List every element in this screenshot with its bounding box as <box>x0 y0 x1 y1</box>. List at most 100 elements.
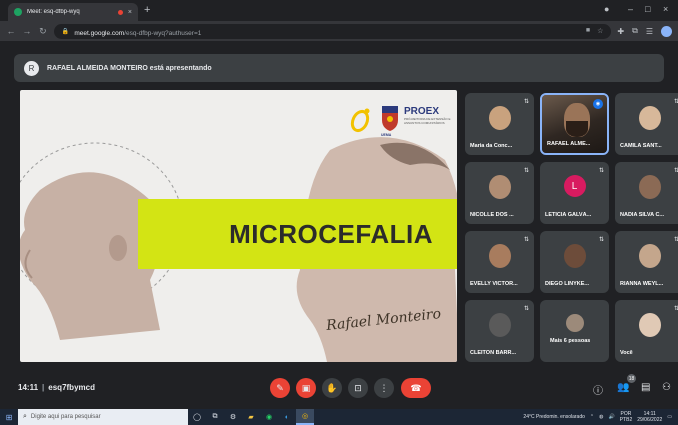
tray-overflow-icon[interactable]: ⌃ <box>590 414 594 420</box>
windows-start-icon[interactable]: ⊞ <box>0 413 18 422</box>
participant-name: EVELLY VICTÓR... <box>470 281 518 287</box>
clock-date: 29/06/2022 <box>637 417 663 423</box>
meeting-info-divider: | <box>42 383 45 392</box>
participant-tile[interactable]: ⇅ NADIA SILVA C... <box>615 162 678 224</box>
mic-muted-icon: ⇅ <box>523 306 529 312</box>
new-tab-button[interactable]: + <box>144 4 150 16</box>
profile-avatar-icon[interactable] <box>661 25 672 37</box>
mic-muted-icon: ⇅ <box>598 237 604 243</box>
mic-muted-icon: ⇅ <box>523 237 529 243</box>
presenter-avatar: R <box>24 60 39 76</box>
search-icon: ⌕ <box>23 413 27 420</box>
notifications-icon[interactable]: ▭ <box>667 414 672 420</box>
participant-name: NADIA SILVA C... <box>620 212 664 218</box>
network-icon[interactable]: ◍ <box>599 414 603 420</box>
meeting-code: esq7fbymcd <box>48 383 95 392</box>
mic-muted-icon: ⇅ <box>523 168 529 174</box>
weather-widget[interactable]: 24°C Predomin. ensolarado <box>523 414 584 420</box>
camera-toggle-button[interactable]: ▣ <box>296 378 316 398</box>
participant-photo <box>488 175 511 199</box>
leave-call-button[interactable]: ☎ <box>401 378 431 398</box>
widgets-icon[interactable]: ⧉ <box>206 409 224 425</box>
participant-tile[interactable]: ⇅ EVELLY VICTÓR... <box>465 231 534 293</box>
windows-taskbar: ⊞ ⌕ Digite aqui para pesquisar ◯ ⧉ ⚙ ▰ ◉… <box>0 409 678 425</box>
extension-icon[interactable]: ✚ <box>617 27 624 36</box>
mic-muted-icon: ⇅ <box>523 99 529 105</box>
task-view-icon[interactable]: ◯ <box>188 409 206 425</box>
participant-tile[interactable]: ⇅ CAMILA SANT... <box>615 93 678 155</box>
participant-photo <box>488 313 511 337</box>
file-explorer-icon[interactable]: ▰ <box>242 409 260 425</box>
meeting-details-icon[interactable]: ⓘ <box>593 382 603 397</box>
participant-tile-active-speaker[interactable]: ◉ RAFAEL ALME... <box>540 93 609 155</box>
mic-toggle-button[interactable]: ✎ <box>270 378 290 398</box>
shared-presentation: MICROCEFALIA UEMA PROEX PRÓ-REITORIA DE … <box>20 90 457 362</box>
speaking-indicator-icon: ◉ <box>593 99 603 109</box>
language-sub: PTB2 <box>619 417 633 423</box>
reload-icon[interactable]: ↻ <box>38 26 48 37</box>
puzzle-icon[interactable]: ⧉ <box>632 26 638 36</box>
browser-tab-strip: Meet: esq-dfbp-wyq × + ● – □ × <box>0 0 678 21</box>
more-options-button[interactable]: ⋮ <box>374 378 394 398</box>
meeting-info: 14:11 | esq7fbymcd <box>18 383 95 392</box>
participant-tile[interactable]: ⇅ CLEITON BARR... <box>465 300 534 362</box>
participant-name: CLEITON BARR... <box>470 350 517 356</box>
tray-language[interactable]: POR PTB2 <box>620 411 633 423</box>
participant-name: Maria da Conc... <box>470 143 513 149</box>
university-crest-icon <box>382 106 398 131</box>
camera-indicator-icon[interactable]: ■ <box>586 27 590 35</box>
minimize-button[interactable]: – <box>628 4 633 14</box>
settings-icon[interactable]: ⚙ <box>224 409 242 425</box>
browser-menu-dot-icon[interactable]: ● <box>604 4 609 14</box>
reading-list-icon[interactable]: ☰ <box>646 27 653 36</box>
self-tile[interactable]: ⇅ Você <box>615 300 678 362</box>
whatsapp-icon[interactable]: ◉ <box>260 409 278 425</box>
participant-tile[interactable]: ⇅ DIEGO LINYKE... <box>540 231 609 293</box>
edge-icon[interactable]: ◐ <box>278 409 296 425</box>
taskbar-search-input[interactable]: ⌕ Digite aqui para pesquisar <box>18 409 188 425</box>
meeting-control-bar: 14:11 | esq7fbymcd ✎ ▣ ✋ ⊡ ⋮ ☎ ⓘ 👥 ▤ ⚇ <box>0 370 678 405</box>
mic-muted-icon: ⇅ <box>673 99 678 105</box>
maximize-button[interactable]: □ <box>645 4 650 14</box>
participant-avatar-wrap: L <box>563 175 586 199</box>
participant-photo <box>638 244 661 268</box>
url-path: /esq-dfbp-wyq?authuser=1 <box>124 30 202 37</box>
participant-photo <box>488 106 511 130</box>
chat-icon[interactable]: ▤ <box>641 382 650 393</box>
back-arrow-icon[interactable]: ← <box>6 26 16 36</box>
activities-icon[interactable]: ⚇ <box>662 382 671 393</box>
address-bar[interactable]: 🔒 meet.google.com/esq-dfbp-wyq?authuser=… <box>53 22 612 40</box>
participant-photo <box>488 244 511 268</box>
participant-name: LETICIA GALVÃ... <box>545 212 592 218</box>
toolbar-extensions: ✚ ⧉ ☰ <box>617 25 672 37</box>
volume-icon[interactable]: 🔊 <box>608 414 614 420</box>
system-tray: 24°C Predomin. ensolarado ⌃ ◍ 🔊 POR PTB2… <box>523 411 678 423</box>
taskbar-clock[interactable]: 14:11 29/06/2022 <box>637 411 662 423</box>
slide-title: MICROCEFALIA <box>229 218 433 249</box>
raise-hand-button[interactable]: ✋ <box>322 378 342 398</box>
people-icon[interactable]: 👥 <box>617 382 629 393</box>
url-text: meet.google.com/esq-dfbp-wyq?authuser=1 <box>74 22 201 40</box>
recording-dot-icon <box>117 9 123 15</box>
bookmark-star-icon[interactable]: ☆ <box>597 27 603 35</box>
participant-count-badge: 18 <box>627 374 636 383</box>
present-screen-button[interactable]: ⊡ <box>348 378 368 398</box>
presenter-text: RAFAEL ALMEIDA MONTEIRO está apresentand… <box>47 64 212 72</box>
participant-tile[interactable]: ⇅ RIANNA WEYL... <box>615 231 678 293</box>
mic-muted-icon: ⇅ <box>673 306 678 312</box>
mic-muted-icon: ⇅ <box>673 168 678 174</box>
close-window-button[interactable]: × <box>663 4 668 14</box>
participant-tile[interactable]: ⇅ L LETICIA GALVÃ... <box>540 162 609 224</box>
chrome-icon[interactable]: ◎ <box>296 409 314 425</box>
presenter-banner: R RAFAEL ALMEIDA MONTEIRO está apresenta… <box>14 54 664 82</box>
participant-photo <box>638 175 661 199</box>
mic-muted-icon: ⇅ <box>598 168 604 174</box>
more-participants-tile[interactable]: Mais 6 pessoas <box>540 300 609 362</box>
browser-tab-meet[interactable]: Meet: esq-dfbp-wyq × <box>8 3 138 21</box>
participant-tile[interactable]: ⇅ NICOLLE DOS ... <box>465 162 534 224</box>
self-name: Você <box>620 350 633 356</box>
tab-close-icon[interactable]: × <box>128 9 132 16</box>
forward-arrow-icon[interactable]: → <box>22 26 32 36</box>
participant-tile[interactable]: ⇅ Maria da Conc... <box>465 93 534 155</box>
proex-title: PROEX <box>404 106 440 117</box>
